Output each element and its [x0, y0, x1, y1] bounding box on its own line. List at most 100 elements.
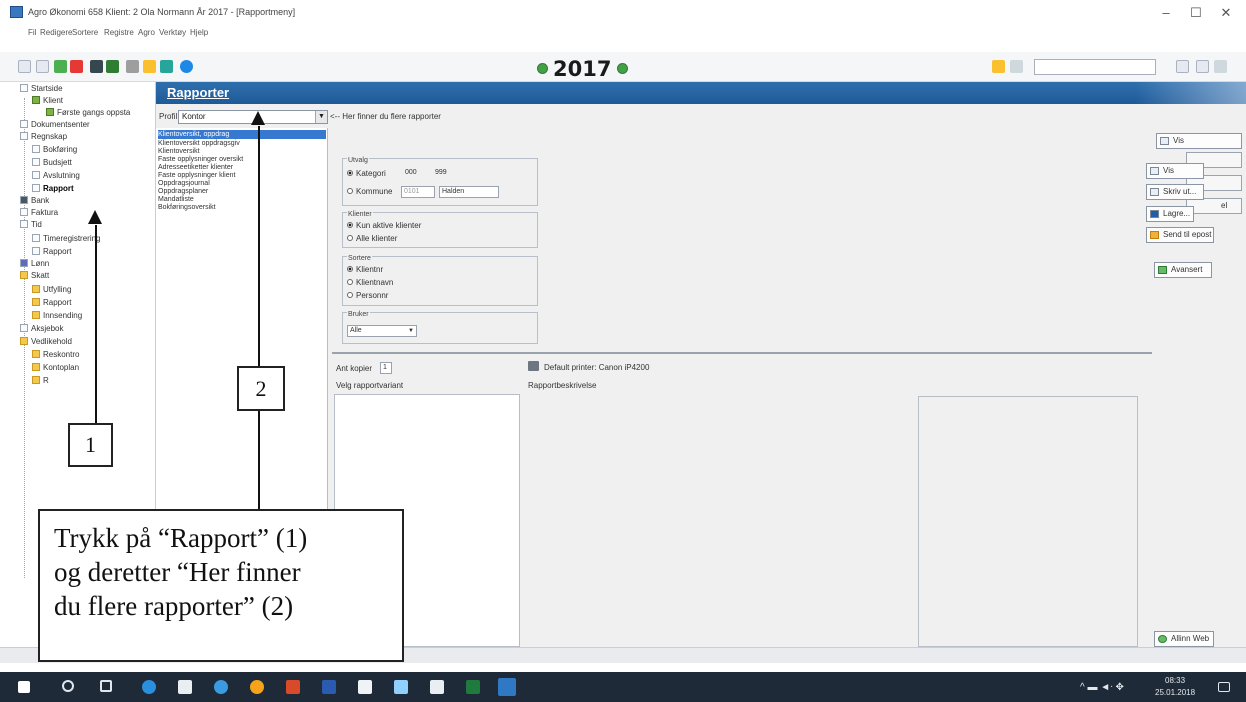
alle-klienter-radio[interactable]: Alle klienter — [347, 234, 397, 243]
sidebar-item-forste-gangs-oppsett[interactable]: Første gangs oppsta — [46, 108, 130, 117]
chrome-icon[interactable] — [250, 680, 264, 694]
delete-icon[interactable] — [70, 60, 83, 73]
edge-icon[interactable] — [142, 680, 156, 694]
sidebar-item-r[interactable]: R — [32, 376, 49, 385]
more-reports-link[interactable]: <-- Her finner du flere rapporter — [330, 112, 441, 121]
toolbar-search-input[interactable] — [1034, 59, 1156, 75]
store-icon[interactable] — [358, 680, 372, 694]
check-icon[interactable] — [54, 60, 67, 73]
calculator-icon[interactable] — [106, 60, 119, 73]
sidebar-item-tid[interactable]: Tid — [20, 220, 42, 229]
kategori-radio[interactable]: Kategori — [347, 169, 386, 178]
internet-explorer-icon[interactable] — [214, 680, 228, 694]
task-view-icon[interactable] — [100, 680, 112, 692]
klientnavn-radio[interactable]: Klientnavn — [347, 278, 393, 287]
sidebar-item-timeregistrering[interactable]: Timeregistrering — [32, 234, 101, 243]
copies-input[interactable]: 1 — [380, 362, 392, 374]
dropdown-icon[interactable] — [1176, 60, 1189, 73]
send-epost-button[interactable]: Send til epost — [1146, 227, 1214, 243]
kommune-code-select[interactable]: 0101 — [401, 186, 435, 198]
close-button[interactable]: ✕ — [1206, 5, 1246, 21]
page-icon — [32, 247, 40, 255]
sidebar-item-reskontro[interactable]: Reskontro — [32, 350, 79, 359]
vis-button[interactable]: Vis — [1146, 163, 1204, 179]
menu-agro[interactable]: Agro — [138, 28, 155, 37]
file-icon[interactable] — [178, 680, 192, 694]
sidebar-item-bank[interactable]: Bank — [20, 196, 49, 205]
background-button[interactable]: el — [1186, 198, 1242, 214]
settings-icon[interactable] — [1214, 60, 1227, 73]
vis-button-top[interactable]: Vis — [1156, 133, 1242, 149]
kun-aktive-radio[interactable]: Kun aktive klienter — [347, 221, 421, 230]
kategori-to-input[interactable]: 999 — [433, 168, 459, 180]
kommune-radio[interactable]: Kommune — [347, 187, 392, 196]
sidebar-item-regnskap[interactable]: Regnskap — [20, 132, 67, 141]
sidebar-item-innsending[interactable]: Innsending — [32, 311, 82, 320]
windows-start-icon[interactable] — [18, 681, 30, 693]
allinn-web-button[interactable]: Allinn Web — [1154, 631, 1214, 647]
sidebar-item-startside[interactable]: Startside — [20, 84, 63, 93]
sidebar-item-utfylling[interactable]: Utfylling — [32, 285, 71, 294]
user-icon[interactable] — [992, 60, 1005, 73]
new-icon[interactable] — [18, 60, 31, 73]
lock-icon[interactable] — [126, 60, 139, 73]
sidebar-item-rapport[interactable]: Rapport — [32, 184, 74, 193]
menu-sortere[interactable]: Sortere — [72, 28, 98, 37]
previous-year-icon[interactable] — [537, 63, 548, 74]
print-icon[interactable] — [1196, 60, 1209, 73]
sidebar-item-avslutning[interactable]: Avslutning — [32, 171, 80, 180]
sidebar-item-dokumentsenter[interactable]: Dokumentsenter — [20, 120, 90, 129]
word-icon[interactable] — [322, 680, 336, 694]
sidebar-item-skatt-rapport[interactable]: Rapport — [32, 298, 71, 307]
next-year-icon[interactable] — [617, 63, 628, 74]
skriv-ut-button[interactable]: Skriv ut... — [1146, 184, 1204, 200]
page-icon — [32, 234, 40, 242]
agro-app-icon[interactable] — [498, 678, 516, 696]
menu-redigere[interactable]: Redigere — [40, 28, 72, 37]
sidebar-item-tid-rapport[interactable]: Rapport — [32, 247, 71, 256]
sortere-group: Sortere Klientnr Klientnavn Personnr — [342, 255, 538, 306]
edit-icon[interactable] — [36, 60, 49, 73]
globe-icon[interactable] — [160, 60, 173, 73]
sidebar-item-skatt[interactable]: Skatt — [20, 271, 49, 280]
report-item[interactable]: Klientoversikt, oppdrag — [158, 130, 326, 139]
sidebar-item-vedlikehold[interactable]: Vedlikehold — [20, 337, 72, 346]
sidebar-item-budsjett[interactable]: Budsjett — [32, 158, 72, 167]
sidebar-item-lonn[interactable]: Lønn — [20, 259, 49, 268]
personnr-radio[interactable]: Personnr — [347, 291, 388, 300]
report-item[interactable]: Bokføringsoversikt — [158, 203, 216, 212]
sidebar-item-aksjebok[interactable]: Aksjebok — [20, 324, 63, 333]
avansert-button[interactable]: Avansert — [1154, 262, 1212, 278]
sidebar-item-faktura[interactable]: Faktura — [20, 208, 58, 217]
utvalg-group: Utvalg Kategori 000 999 Kommune 0101 Hal… — [342, 157, 538, 206]
tray-icons[interactable]: ^ ▬ ◄ᐧ ✥ — [1080, 682, 1124, 693]
sidebar-item-bokforing[interactable]: Bokføring — [32, 145, 77, 154]
search-icon[interactable] — [62, 680, 74, 692]
explorer-icon[interactable] — [394, 680, 408, 694]
tax-icon — [20, 271, 28, 279]
lagre-button[interactable]: Lagre... — [1146, 206, 1194, 222]
page-icon — [32, 158, 40, 166]
clock-time[interactable]: 08:33 — [1165, 676, 1185, 685]
clock-date[interactable]: 25.01.2018 — [1155, 688, 1195, 697]
mail-icon[interactable] — [430, 680, 444, 694]
client-icon — [32, 96, 40, 104]
bruker-select[interactable]: Alle ▼ — [347, 325, 417, 337]
binoculars-icon[interactable] — [90, 60, 103, 73]
menu-verktoy[interactable]: Verktøy — [159, 28, 186, 37]
bruker-group: Bruker Alle ▼ — [342, 311, 538, 344]
kategori-from-input[interactable]: 000 — [403, 168, 429, 180]
sidebar-item-kontoplan[interactable]: Kontoplan — [32, 363, 79, 372]
powerpoint-icon[interactable] — [286, 680, 300, 694]
klientnr-radio[interactable]: Klientnr — [347, 265, 383, 274]
sidebar-item-klient[interactable]: Klient — [32, 96, 63, 105]
menu-registre[interactable]: Registre — [104, 28, 134, 37]
excel-icon[interactable] — [466, 680, 480, 694]
notification-icon[interactable] — [1218, 682, 1230, 692]
document-icon[interactable] — [1010, 60, 1023, 73]
menu-fil[interactable]: Fil — [28, 28, 36, 37]
help-icon[interactable] — [180, 60, 193, 73]
star-icon[interactable] — [143, 60, 156, 73]
chevron-down-icon[interactable]: ▼ — [315, 111, 327, 123]
menu-hjelp[interactable]: Hjelp — [190, 28, 208, 37]
